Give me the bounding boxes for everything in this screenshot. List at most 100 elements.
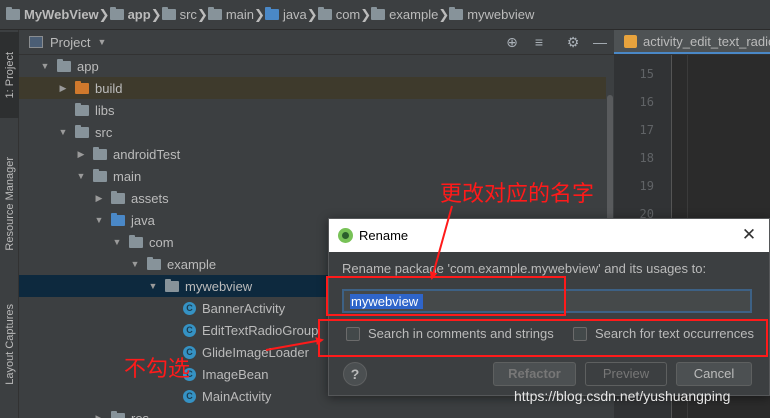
- breadcrumb-item[interactable]: app: [109, 7, 151, 22]
- breadcrumb-label: example: [389, 7, 439, 22]
- dialog-title: Rename: [359, 228, 409, 243]
- tree-item-label: assets: [131, 190, 169, 206]
- annotation-no-check-hint: 不勾选: [124, 357, 191, 382]
- breadcrumb-item[interactable]: java: [264, 7, 307, 22]
- breadcrumb-label: mywebview: [467, 7, 535, 22]
- collapse-all-icon[interactable]: ≡: [531, 34, 547, 50]
- line-number: 16: [639, 95, 654, 109]
- chevron-down-icon: ▼: [97, 37, 107, 47]
- editor-tab-bar: activity_edit_text_radio: [614, 30, 770, 55]
- folder-icon: [75, 102, 89, 116]
- breadcrumb-item[interactable]: MyWebView: [6, 7, 99, 22]
- xml-file-icon: [624, 34, 637, 48]
- expanded-arrow-icon[interactable]: ▼: [39, 61, 51, 71]
- tree-item-label: androidTest: [113, 146, 181, 162]
- project-tool-tab[interactable]: 1: Project: [0, 32, 19, 118]
- project-view-icon: [29, 36, 43, 48]
- folder-icon: [207, 7, 222, 20]
- module-folder-icon: [109, 7, 124, 20]
- breadcrumb-item[interactable]: mywebview: [449, 7, 534, 22]
- tree-item[interactable]: ▼ src: [19, 121, 614, 143]
- layout-captures-tool-tab[interactable]: Layout Captures: [0, 284, 19, 404]
- package-icon: [165, 278, 179, 292]
- tree-item-label: ImageBean: [202, 366, 269, 382]
- collapsed-arrow-icon[interactable]: ▶: [93, 413, 105, 418]
- tree-item-label: example: [167, 256, 217, 272]
- breadcrumb-item[interactable]: com: [317, 7, 360, 22]
- expanded-arrow-icon[interactable]: ▼: [147, 281, 159, 291]
- preview-button[interactable]: Preview: [585, 362, 667, 386]
- tree-item-label: mywebview: [185, 278, 253, 294]
- editor-tab[interactable]: activity_edit_text_radio: [614, 30, 770, 54]
- package-icon: [317, 7, 332, 20]
- breadcrumb-separator-icon: ❯: [360, 6, 372, 22]
- tree-item-label: GlideImageLoader: [202, 344, 309, 360]
- tree-item-label: build: [95, 80, 123, 96]
- breadcrumb-item[interactable]: main: [207, 7, 255, 22]
- folder-icon: [161, 7, 176, 20]
- breadcrumb-label: java: [282, 7, 307, 22]
- tree-item[interactable]: ▼ app: [19, 55, 614, 77]
- expanded-arrow-icon[interactable]: ▼: [93, 215, 105, 225]
- line-number: 17: [639, 123, 654, 137]
- class-icon: C: [183, 301, 196, 315]
- breadcrumb-label: app: [127, 7, 151, 22]
- package-icon: [449, 7, 464, 20]
- breadcrumb-separator-icon: ❯: [306, 6, 318, 22]
- class-icon: C: [183, 323, 196, 337]
- breadcrumb: MyWebView ❯ app ❯ src ❯ main ❯ java ❯ com ❯ example ❯…: [0, 0, 770, 30]
- tree-item-label: src: [95, 124, 113, 140]
- help-button[interactable]: ?: [343, 362, 367, 386]
- project-panel-title: Project: [50, 34, 91, 50]
- hide-icon[interactable]: —: [592, 34, 608, 50]
- tree-item[interactable]: ▶ androidTest: [19, 143, 614, 165]
- expanded-arrow-icon[interactable]: ▼: [111, 237, 123, 247]
- tree-item[interactable]: libs: [19, 99, 614, 121]
- android-studio-icon: [338, 228, 353, 243]
- tree-item-label: res: [131, 410, 150, 418]
- breadcrumb-separator-icon: ❯: [98, 6, 110, 22]
- project-view-selector[interactable]: Project ▼: [29, 35, 106, 50]
- cancel-button[interactable]: Cancel: [676, 362, 752, 386]
- assets-folder-icon: [111, 190, 125, 204]
- tree-item-label: java: [131, 212, 155, 228]
- project-tool-tab-label: 1: Project: [3, 51, 16, 99]
- project-panel-header: Project ▼ ⊕ ≡ ⚙ —: [19, 30, 614, 55]
- close-icon[interactable]: ✕: [739, 225, 759, 245]
- breadcrumb-separator-icon: ❯: [438, 6, 450, 22]
- breadcrumb-label: main: [225, 7, 255, 22]
- tree-item[interactable]: ▶ build: [19, 77, 614, 99]
- folder-icon: [75, 80, 89, 94]
- tree-item-label: BannerActivity: [202, 300, 286, 316]
- annotation-box-input: [326, 276, 566, 316]
- rename-prompt: Rename package 'com.example.mywebview' a…: [342, 261, 707, 276]
- tree-item-label: main: [113, 168, 142, 184]
- refactor-button[interactable]: Refactor: [493, 362, 576, 386]
- source-folder-icon: [111, 212, 125, 226]
- tree-item[interactable]: ▶ res: [19, 407, 614, 418]
- expanded-arrow-icon[interactable]: ▼: [129, 259, 141, 269]
- collapsed-arrow-icon[interactable]: ▶: [75, 149, 87, 160]
- breadcrumb-item[interactable]: example: [371, 7, 438, 22]
- breadcrumb-item[interactable]: src: [161, 7, 197, 22]
- breadcrumb-label: MyWebView: [24, 7, 99, 22]
- expanded-arrow-icon[interactable]: ▼: [75, 171, 87, 181]
- resource-manager-tool-tab[interactable]: Resource Manager: [0, 134, 19, 274]
- folder-icon: [93, 168, 107, 182]
- dialog-titlebar: Rename ✕: [329, 219, 769, 252]
- class-icon: C: [183, 389, 196, 403]
- tree-item-label: EditTextRadioGroup: [202, 322, 319, 338]
- package-icon: [371, 7, 386, 20]
- folder-icon: [75, 124, 89, 138]
- breadcrumb-label: src: [179, 7, 197, 22]
- tree-item-label: com: [149, 234, 174, 250]
- folder-icon: [6, 7, 20, 20]
- package-icon: [129, 234, 143, 248]
- expanded-arrow-icon[interactable]: ▼: [57, 127, 69, 137]
- gear-icon[interactable]: ⚙: [565, 34, 581, 50]
- tree-item-label: MainActivity: [202, 388, 272, 404]
- collapsed-arrow-icon[interactable]: ▶: [57, 83, 69, 94]
- line-number: 15: [639, 67, 654, 81]
- collapsed-arrow-icon[interactable]: ▶: [93, 193, 105, 204]
- locate-icon[interactable]: ⊕: [504, 34, 520, 50]
